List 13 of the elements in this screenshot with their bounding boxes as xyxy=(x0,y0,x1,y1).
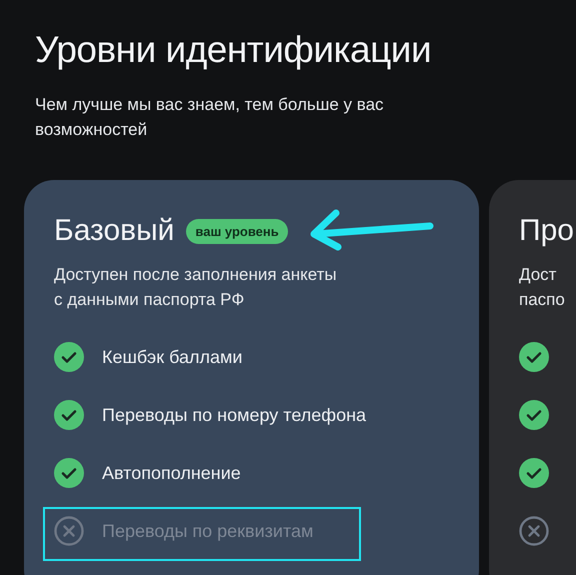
level-description: Доступен после заполнения анкеты xyxy=(54,264,338,286)
feature-text: Кешбэк баллами xyxy=(102,346,242,368)
level-name: Про xyxy=(519,214,574,248)
level-name: Базовый xyxy=(54,214,174,248)
level-badge: ваш уровень xyxy=(186,218,288,244)
page-title: Уровни идентификации xyxy=(35,28,432,72)
level-description: Дост xyxy=(519,264,558,286)
feature-text: Переводы по реквизитам xyxy=(102,520,314,542)
feature-text: Автопополнение xyxy=(102,462,241,484)
page-subtitle: Чем лучше мы вас знаем, тем больше у вас возможностей xyxy=(35,94,385,141)
level-description: паспо xyxy=(519,289,566,311)
feature-text: Переводы по номеру телефона xyxy=(102,404,366,426)
level-description: с данными паспорта РФ xyxy=(54,289,246,311)
